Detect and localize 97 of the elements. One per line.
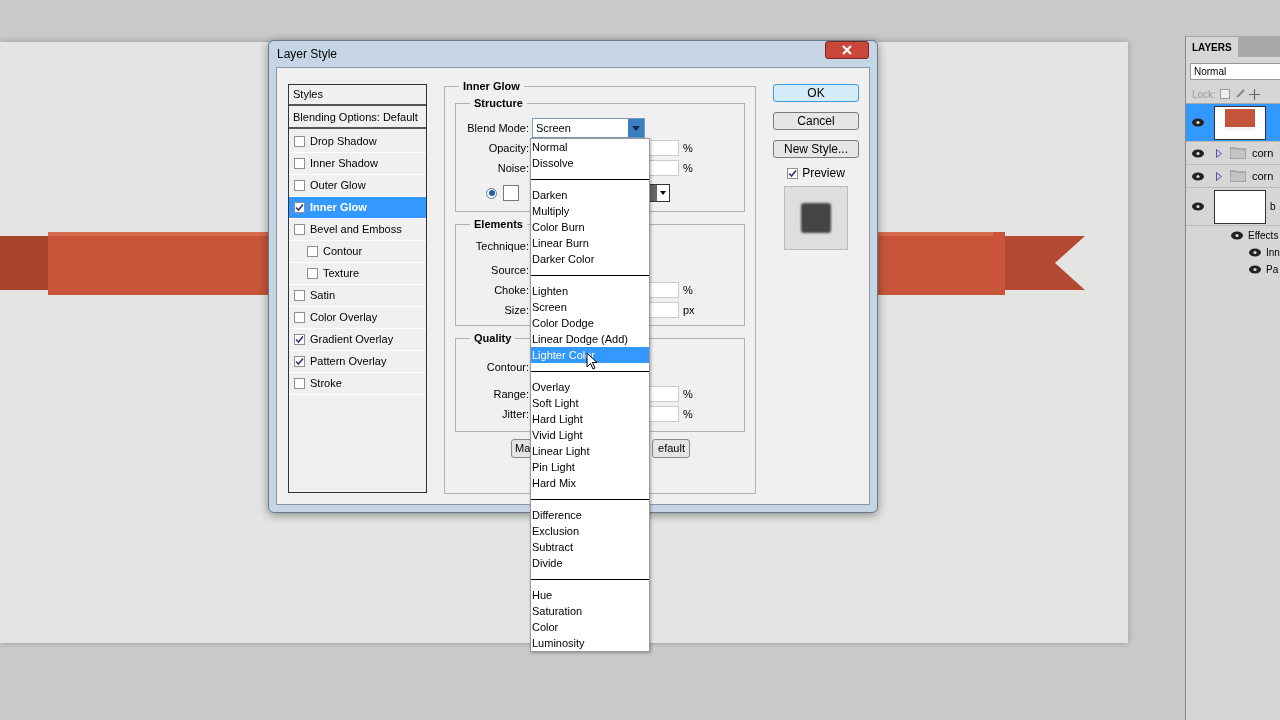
menu-item[interactable]: Color Dodge: [531, 315, 649, 331]
unit-label: %: [683, 160, 693, 176]
menu-item[interactable]: Darker Color: [531, 251, 649, 267]
field-label: Opacity:: [487, 140, 529, 156]
close-icon: [842, 45, 852, 55]
checkbox[interactable]: [294, 312, 305, 323]
eye-icon[interactable]: [1248, 265, 1262, 274]
caret-icon: [628, 119, 644, 137]
folder-icon: [1230, 170, 1246, 182]
unit-label: px: [683, 302, 695, 318]
menu-item[interactable]: Pin Light: [531, 459, 649, 475]
menu-item[interactable]: Hard Mix: [531, 475, 649, 491]
checkbox[interactable]: [294, 224, 305, 235]
layer-name: b: [1270, 200, 1276, 214]
effect-name: Pa: [1266, 263, 1279, 277]
menu-item[interactable]: Saturation: [531, 603, 649, 619]
checkbox[interactable]: [294, 180, 305, 191]
lock-transparency-icon[interactable]: [1219, 89, 1230, 99]
field-label: Contour:: [485, 359, 529, 375]
layer-row[interactable]: b: [1186, 188, 1280, 226]
checkbox[interactable]: [294, 290, 305, 301]
checkbox[interactable]: [294, 158, 305, 169]
menu-item[interactable]: Linear Light: [531, 443, 649, 459]
checkbox[interactable]: [294, 202, 305, 213]
unit-label: %: [683, 386, 693, 402]
menu-item[interactable]: Linear Burn: [531, 235, 649, 251]
eye-icon[interactable]: [1230, 230, 1244, 240]
unit-label: %: [683, 406, 693, 422]
blend-mode-field[interactable]: Normal: [1190, 62, 1280, 80]
menu-item[interactable]: Multiply: [531, 203, 649, 219]
reset-default-button[interactable]: efault: [652, 439, 690, 458]
eye-icon[interactable]: [1248, 248, 1262, 257]
folder-icon: [1230, 147, 1246, 159]
effects-label: Effects: [1248, 228, 1279, 243]
menu-item[interactable]: Hard Light: [531, 411, 649, 427]
menu-item[interactable]: Screen: [531, 299, 649, 315]
window-title: Layer Style: [277, 46, 338, 63]
checkbox[interactable]: [294, 136, 305, 147]
checkbox[interactable]: [294, 378, 305, 389]
dialog-button[interactable]: OK: [773, 84, 859, 102]
radio-button[interactable]: [486, 187, 497, 199]
menu-item[interactable]: Color: [531, 619, 649, 635]
preview-label: Preview: [802, 165, 845, 182]
checkbox[interactable]: [307, 246, 318, 257]
move-icon[interactable]: [1248, 88, 1260, 100]
eye-icon[interactable]: [1191, 118, 1205, 127]
menu-item[interactable]: Linear Dodge (Add): [531, 331, 649, 347]
eye-icon[interactable]: [1191, 171, 1205, 181]
field-label: Blend Mode:: [466, 120, 529, 136]
layer-row[interactable]: corn: [1186, 165, 1280, 188]
layer-row[interactable]: corn: [1186, 142, 1280, 165]
menu-item[interactable]: Subtract: [531, 539, 649, 555]
menu-item[interactable]: Soft Light: [531, 395, 649, 411]
unit-label: %: [683, 282, 693, 298]
menu-item[interactable]: Darken: [531, 187, 649, 203]
menu-item[interactable]: Luminosity: [531, 635, 649, 651]
preview-thumbnail: [784, 186, 848, 250]
effect-name: Inn: [1266, 246, 1280, 260]
dialog-button[interactable]: New Style...: [773, 140, 859, 158]
checkbox[interactable]: [307, 268, 318, 279]
color-swatch[interactable]: [503, 185, 519, 201]
layer-name: corn: [1252, 168, 1274, 184]
checkbox[interactable]: [294, 356, 305, 367]
menu-item[interactable]: Color Burn: [531, 219, 649, 235]
layer-thumbnail: [1214, 105, 1266, 140]
panel-tab[interactable]: LAYERS: [1186, 37, 1238, 57]
menu-item[interactable]: Difference: [531, 507, 649, 523]
field-label: Noise:: [496, 160, 529, 176]
menu-item[interactable]: Exclusion: [531, 523, 649, 539]
layer-name: corn: [1252, 145, 1274, 161]
field-label: Jitter:: [501, 406, 529, 422]
eye-icon[interactable]: [1191, 148, 1205, 158]
lock-label: Lock:: [1192, 87, 1216, 102]
caret-icon: [660, 191, 666, 195]
field-label: Source:: [490, 262, 529, 278]
menu-item[interactable]: Overlay: [531, 379, 649, 395]
layer-row[interactable]: [1186, 104, 1280, 142]
dialog-button[interactable]: Cancel: [773, 112, 859, 130]
menu-item[interactable]: Dissolve: [531, 155, 649, 171]
menu-item[interactable]: Normal: [531, 139, 649, 155]
menu-item[interactable]: Lighten: [531, 283, 649, 299]
unit-label: %: [683, 140, 693, 156]
expand-icon[interactable]: [1216, 148, 1222, 158]
layer-thumbnail: [1214, 189, 1266, 224]
menu-item[interactable]: Divide: [531, 555, 649, 571]
field-label: Size:: [503, 302, 529, 318]
expand-icon[interactable]: [1216, 171, 1222, 181]
close-button[interactable]: [825, 41, 869, 59]
field-label: Choke:: [493, 282, 529, 298]
eye-icon[interactable]: [1191, 202, 1205, 211]
blend-mode-select[interactable]: Screen: [532, 118, 645, 138]
menu-item[interactable]: Vivid Light: [531, 427, 649, 443]
field-label: Technique:: [474, 238, 529, 254]
menu-item[interactable]: Hue: [531, 587, 649, 603]
checkbox[interactable]: [294, 334, 305, 345]
field-label: Range:: [492, 386, 529, 402]
checkbox[interactable]: [787, 167, 799, 179]
